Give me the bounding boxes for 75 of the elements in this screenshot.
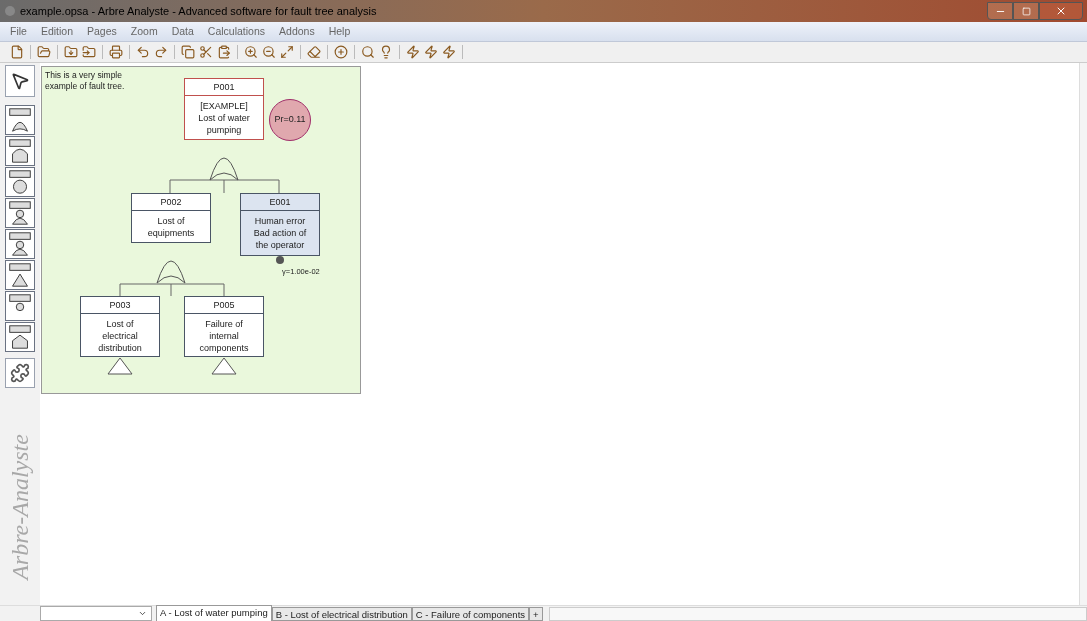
lightbulb-icon[interactable] xyxy=(379,45,393,59)
gate-tool-icon[interactable] xyxy=(5,136,35,166)
puzzle-tool[interactable] xyxy=(5,358,35,388)
gate-tool-icon[interactable] xyxy=(5,105,35,135)
add-tab-button[interactable]: + xyxy=(529,607,543,621)
maximize-icon xyxy=(1021,6,1031,16)
window-title: example.opsa - Arbre Analyste - Advanced software for fault tree analysis xyxy=(20,3,377,19)
node-id: P002 xyxy=(132,194,210,211)
folder-export-icon[interactable] xyxy=(82,45,96,59)
gate-tool-icon[interactable] xyxy=(5,291,35,321)
app-icon xyxy=(4,5,16,17)
close-icon xyxy=(1055,5,1067,17)
gate-tool-icon[interactable] xyxy=(5,198,35,228)
node-label: Lost of equipments xyxy=(146,215,196,239)
tree-node[interactable]: P003 Lost of electrical distribution xyxy=(80,296,160,357)
node-label: Human error Bad action of the operator xyxy=(252,215,308,251)
undo-icon[interactable] xyxy=(136,45,150,59)
gate-tool-icon[interactable] xyxy=(5,260,35,290)
search-icon[interactable] xyxy=(361,45,375,59)
tree-node[interactable]: E001 Human error Bad action of the operator xyxy=(240,193,320,256)
gate-tool-icon[interactable] xyxy=(5,229,35,259)
open-folder-icon[interactable] xyxy=(37,45,51,59)
lightning-icon[interactable] xyxy=(406,45,420,59)
node-label: Lost of electrical distribution xyxy=(97,318,143,354)
pointer-icon xyxy=(10,71,30,91)
tree-node[interactable]: P001 [EXAMPLE] Lost of water pumping xyxy=(184,78,264,140)
vertical-scrollbar[interactable] xyxy=(1079,63,1087,605)
caret-icon xyxy=(138,609,147,618)
lightning-icon[interactable] xyxy=(442,45,456,59)
menu-item[interactable]: File xyxy=(10,23,27,40)
puzzle-icon xyxy=(10,363,30,383)
menu-item[interactable]: Calculations xyxy=(207,23,266,40)
transfer-triangle xyxy=(107,357,133,375)
or-gate xyxy=(156,260,186,284)
node-id: E001 xyxy=(241,194,319,211)
gate-tool-icon[interactable] xyxy=(5,167,35,197)
diagram-note: This is a very simple example of fault tree. xyxy=(45,70,126,92)
maximize-button[interactable] xyxy=(1013,2,1039,20)
redo-icon[interactable] xyxy=(154,45,168,59)
page-tab[interactable]: C - Failure of components xyxy=(411,607,530,621)
menu-item[interactable]: Edition xyxy=(40,23,74,40)
transfer-triangle xyxy=(211,357,237,375)
menu-item[interactable]: Data xyxy=(171,23,194,40)
menu-item[interactable]: Zoom xyxy=(130,23,158,40)
page-tab[interactable]: B - Lost of electrical distribution xyxy=(271,607,412,621)
cut-icon[interactable] xyxy=(199,45,213,59)
fit-icon[interactable] xyxy=(280,45,294,59)
menu-item[interactable]: Addons xyxy=(279,23,315,40)
tree-node[interactable]: P002 Lost of equipments xyxy=(131,193,211,243)
lightning-icon[interactable] xyxy=(424,45,438,59)
menu-item[interactable]: Help xyxy=(328,23,351,40)
tree-node[interactable]: P005 Failure of internal components xyxy=(184,296,264,357)
menu-item[interactable]: Pages xyxy=(87,23,117,40)
event-dot xyxy=(276,256,284,264)
horizontal-scrollbar[interactable] xyxy=(548,607,1087,621)
node-id: P005 xyxy=(185,297,263,314)
node-label: Failure of internal components xyxy=(198,318,250,354)
eraser-icon[interactable] xyxy=(307,45,321,59)
paste-icon[interactable] xyxy=(217,45,231,59)
copy-icon[interactable] xyxy=(181,45,195,59)
gate-tool-icon[interactable] xyxy=(5,322,35,352)
or-gate xyxy=(209,157,239,181)
probability-badge: Pr=0.11 xyxy=(269,99,311,141)
zoom-in-icon[interactable] xyxy=(244,45,258,59)
node-id: P003 xyxy=(81,297,159,314)
node-label: [EXAMPLE] Lost of water pumping xyxy=(197,100,251,136)
folder-import-icon[interactable] xyxy=(64,45,78,59)
select-tool[interactable] xyxy=(5,65,35,97)
print-icon[interactable] xyxy=(109,45,123,59)
brand-text: Arbre-Analyste xyxy=(6,434,34,580)
add-icon[interactable] xyxy=(334,45,348,59)
page-tab[interactable]: A - Lost of water pumping xyxy=(156,605,272,621)
zoom-out-icon[interactable] xyxy=(262,45,276,59)
new-file-icon[interactable] xyxy=(10,45,24,59)
node-id: P001 xyxy=(185,79,263,96)
